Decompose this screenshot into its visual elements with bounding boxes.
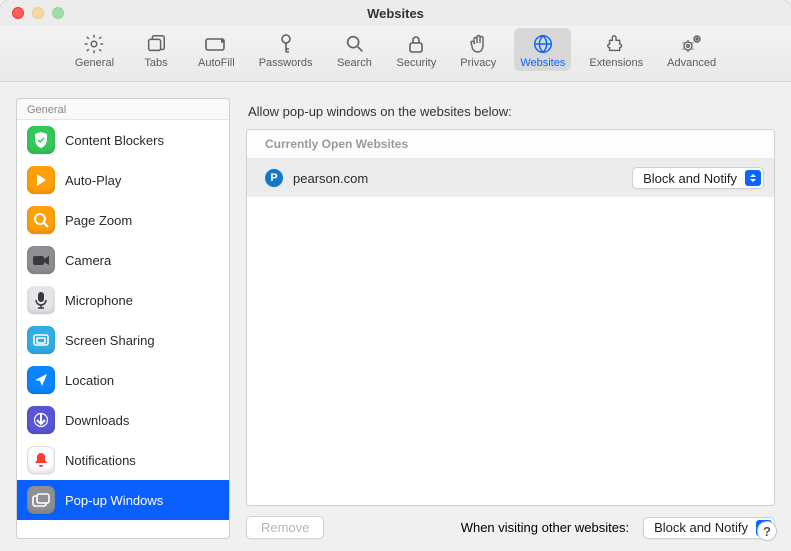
select-value: Block and Notify	[654, 520, 748, 535]
main-heading: Allow pop-up windows on the websites bel…	[248, 104, 775, 119]
sidebar-item-label: Downloads	[65, 413, 129, 428]
mic-icon	[27, 286, 55, 314]
toolbar: General Tabs AutoFill Passwords Search	[0, 26, 791, 82]
sidebar-item-label: Page Zoom	[65, 213, 132, 228]
gear-icon	[83, 32, 105, 56]
sidebar-item-label: Location	[65, 373, 114, 388]
sidebar-item-content-blockers[interactable]: Content Blockers	[17, 120, 229, 160]
window-title: Websites	[0, 6, 791, 21]
select-value: Block and Notify	[643, 171, 737, 186]
sidebar-section-header: General	[17, 99, 229, 120]
row-permission-select[interactable]: Block and Notify	[632, 167, 764, 189]
sidebar-item-location[interactable]: Location	[17, 360, 229, 400]
toolbar-passwords[interactable]: Passwords	[253, 28, 319, 71]
play-icon	[27, 166, 55, 194]
toolbar-label: Extensions	[589, 57, 643, 69]
camera-icon	[27, 246, 55, 274]
sidebar-item-label: Auto-Play	[65, 173, 121, 188]
sidebar-item-label: Camera	[65, 253, 111, 268]
sidebar-item-notifications[interactable]: Notifications	[17, 440, 229, 480]
toolbar-label: Passwords	[259, 57, 313, 69]
toolbar-label: Search	[337, 57, 372, 69]
toolbar-websites[interactable]: Websites	[514, 28, 571, 71]
toolbar-label: Security	[397, 57, 437, 69]
sidebar-item-auto-play[interactable]: Auto-Play	[17, 160, 229, 200]
shield-check-icon	[27, 126, 55, 154]
toolbar-advanced[interactable]: Advanced	[661, 28, 722, 71]
download-icon	[27, 406, 55, 434]
screen-icon	[27, 326, 55, 354]
site-domain: pearson.com	[293, 171, 622, 186]
lock-icon	[406, 32, 426, 56]
toolbar-label: Advanced	[667, 57, 716, 69]
toolbar-label: General	[75, 57, 114, 69]
sidebar-item-page-zoom[interactable]: Page Zoom	[17, 200, 229, 240]
remove-button[interactable]: Remove	[246, 516, 324, 539]
sidebar-item-microphone[interactable]: Microphone	[17, 280, 229, 320]
main-panel: Allow pop-up windows on the websites bel…	[246, 98, 775, 539]
toolbar-label: Tabs	[144, 57, 167, 69]
globe-icon	[532, 32, 554, 56]
sidebar-item-camera[interactable]: Camera	[17, 240, 229, 280]
search-icon	[344, 32, 366, 56]
sidebar-item-label: Microphone	[65, 293, 133, 308]
toolbar-privacy[interactable]: Privacy	[454, 28, 502, 71]
tabs-icon	[145, 32, 167, 56]
key-icon	[276, 32, 296, 56]
toolbar-extensions[interactable]: Extensions	[583, 28, 649, 71]
popup-icon	[27, 486, 55, 514]
toolbar-security[interactable]: Security	[391, 28, 443, 71]
list-section-header: Currently Open Websites	[247, 130, 774, 159]
autofill-icon	[204, 32, 228, 56]
sidebar-item-label: Pop-up Windows	[65, 493, 163, 508]
gears-icon	[680, 32, 704, 56]
sidebar-item-label: Content Blockers	[65, 133, 164, 148]
puzzle-icon	[605, 32, 627, 56]
help-button[interactable]: ?	[757, 521, 777, 541]
bell-icon	[27, 446, 55, 474]
other-websites-label: When visiting other websites:	[461, 520, 629, 535]
toolbar-search[interactable]: Search	[331, 28, 379, 71]
sidebar-item-screen-sharing[interactable]: Screen Sharing	[17, 320, 229, 360]
chevron-updown-icon	[745, 170, 761, 186]
toolbar-label: Privacy	[460, 57, 496, 69]
sidebar-item-label: Notifications	[65, 453, 136, 468]
preferences-window: Websites General Tabs AutoFill Passwords	[0, 0, 791, 551]
hand-icon	[468, 32, 488, 56]
location-icon	[27, 366, 55, 394]
sidebar-item-downloads[interactable]: Downloads	[17, 400, 229, 440]
content-area: General Content Blockers Auto-Play Page …	[0, 82, 791, 551]
toolbar-label: AutoFill	[198, 57, 235, 69]
toolbar-general[interactable]: General	[69, 28, 120, 71]
toolbar-tabs[interactable]: Tabs	[132, 28, 180, 71]
toolbar-autofill[interactable]: AutoFill	[192, 28, 241, 71]
website-row[interactable]: P pearson.com Block and Notify	[247, 159, 774, 197]
bottom-bar: Remove When visiting other websites: Blo…	[246, 506, 775, 539]
sidebar-item-popup-windows[interactable]: Pop-up Windows	[17, 480, 229, 520]
toolbar-label: Websites	[520, 57, 565, 69]
default-permission-select[interactable]: Block and Notify	[643, 517, 775, 539]
zoom-icon	[27, 206, 55, 234]
titlebar: Websites	[0, 0, 791, 26]
sidebar-item-label: Screen Sharing	[65, 333, 155, 348]
site-favicon: P	[265, 169, 283, 187]
websites-list: Currently Open Websites P pearson.com Bl…	[246, 129, 775, 506]
sidebar: General Content Blockers Auto-Play Page …	[16, 98, 230, 539]
